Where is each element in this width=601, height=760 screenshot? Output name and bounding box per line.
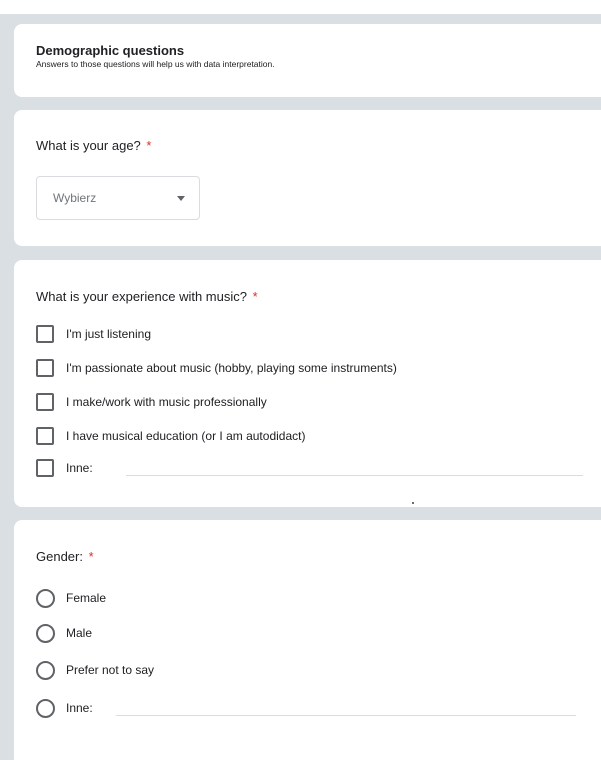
required-asterisk: *: [88, 549, 94, 564]
question-card-age: What is your age? * Wybierz: [14, 110, 601, 246]
radio-unchecked-icon[interactable]: [36, 589, 55, 608]
option-label: Inne:: [66, 461, 93, 475]
option-label: I'm just listening: [66, 327, 151, 341]
checkbox-unchecked-icon[interactable]: [36, 359, 54, 377]
option-label: Male: [66, 626, 93, 640]
checkbox-unchecked-icon[interactable]: [36, 459, 54, 477]
caret-down-icon: [177, 196, 185, 201]
music-other-input[interactable]: [126, 458, 583, 476]
gender-option-male[interactable]: Male: [36, 623, 586, 643]
stray-dot: [412, 502, 414, 504]
checkbox-unchecked-icon[interactable]: [36, 393, 54, 411]
option-label: Inne:: [66, 701, 93, 715]
option-label: Female: [66, 591, 107, 605]
gender-other-input[interactable]: [116, 698, 576, 716]
radio-unchecked-icon[interactable]: [36, 699, 55, 718]
required-asterisk: *: [252, 289, 258, 304]
required-asterisk: *: [146, 138, 152, 153]
question-title-music: What is your experience with music? *: [36, 289, 258, 304]
music-option-passionate[interactable]: I'm passionate about music (hobby, playi…: [36, 358, 586, 378]
top-strip: [0, 0, 601, 14]
question-title-age: What is your age? *: [36, 138, 151, 153]
option-label: I make/work with music professionally: [66, 395, 267, 409]
option-label: Prefer not to say: [66, 663, 155, 677]
question-title-music-text: What is your experience with music?: [36, 289, 247, 304]
radio-unchecked-icon[interactable]: [36, 624, 55, 643]
radio-unchecked-icon[interactable]: [36, 661, 55, 680]
option-label: I'm passionate about music (hobby, playi…: [66, 361, 397, 375]
question-title-gender-text: Gender:: [36, 549, 83, 564]
music-option-professional[interactable]: I make/work with music professionally: [36, 392, 586, 412]
music-option-other[interactable]: Inne:: [36, 458, 586, 478]
option-label: I have musical education (or I am autodi…: [66, 429, 306, 443]
question-title-age-text: What is your age?: [36, 138, 141, 153]
question-card-gender: Gender: * Female Male Prefer not to say …: [14, 520, 601, 760]
age-dropdown-value: Wybierz: [53, 191, 97, 205]
question-title-gender: Gender: *: [36, 549, 94, 564]
gender-option-female[interactable]: Female: [36, 588, 586, 608]
gender-option-prefer-not[interactable]: Prefer not to say: [36, 660, 586, 680]
section-header-card: Demographic questions Answers to those q…: [14, 24, 601, 97]
gender-option-other[interactable]: Inne:: [36, 698, 586, 718]
checkbox-unchecked-icon[interactable]: [36, 325, 54, 343]
music-option-listening[interactable]: I'm just listening: [36, 324, 586, 344]
checkbox-unchecked-icon[interactable]: [36, 427, 54, 445]
age-dropdown[interactable]: Wybierz: [36, 176, 200, 220]
music-option-education[interactable]: I have musical education (or I am autodi…: [36, 426, 586, 446]
section-description: Answers to those questions will help us …: [36, 59, 275, 69]
section-title: Demographic questions: [36, 43, 185, 58]
question-card-music: What is your experience with music? * I'…: [14, 260, 601, 507]
